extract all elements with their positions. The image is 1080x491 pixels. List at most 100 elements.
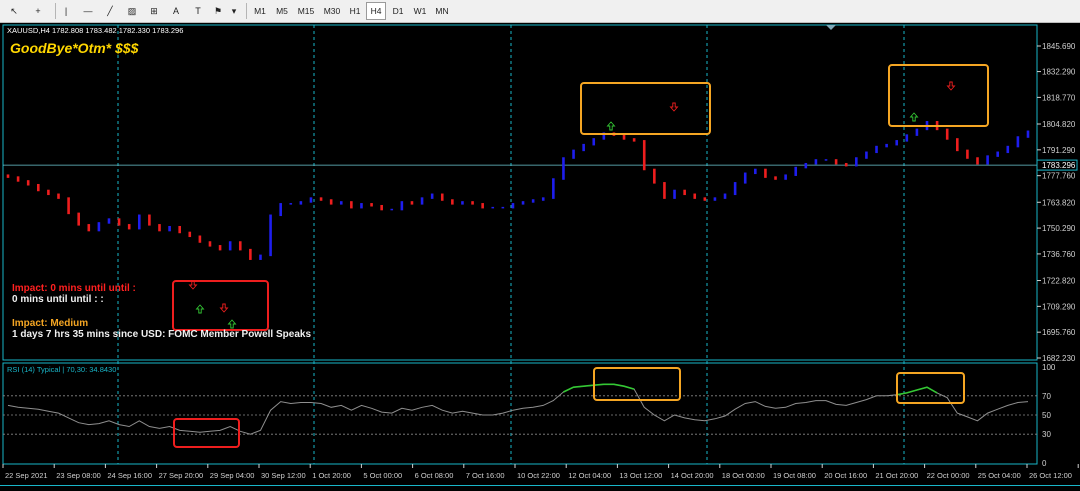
candle [774,176,777,180]
candle [582,143,585,152]
timeframe-m1-button[interactable]: M1 [250,2,270,20]
timeframe-h4-button[interactable]: H4 [366,2,386,20]
candle [653,168,656,184]
sell-arrow-icon [219,303,229,313]
candle [915,128,919,136]
time-label: 21 Oct 20:00 [875,471,918,480]
toolbar-separator [246,3,247,19]
dropdown-arrow-icon[interactable]: ▾ [224,2,244,20]
candle [198,235,202,243]
symbol-header: XAUUSD,H4 1782.808 1783.482 1782.330 178… [7,26,183,35]
trendline-icon[interactable]: ╱ [100,2,120,20]
candle [360,203,363,209]
timeframe-w1-button[interactable]: W1 [410,2,430,20]
candle [693,193,697,199]
time-label: 6 Oct 08:00 [415,471,454,480]
channel-icon[interactable]: ▨ [122,2,142,20]
timeframe-d1-button[interactable]: D1 [388,2,408,20]
candle [572,149,575,159]
candle [1006,145,1010,154]
time-label: 5 Oct 00:00 [363,471,402,480]
candle [1016,136,1020,148]
time-label: 30 Sep 12:00 [261,471,306,480]
crosshair-icon[interactable]: + [28,2,48,20]
sell-arrow-icon [669,102,679,112]
candle [501,206,505,209]
price-label: 1682.230 [1042,354,1076,363]
candle [127,224,131,230]
candle [663,182,666,199]
candle [188,231,192,238]
horizontal-line-icon[interactable]: — [78,2,98,20]
candle [249,248,252,260]
time-label: 20 Oct 16:00 [824,471,867,480]
toolbar-separator [55,3,56,19]
rsi-panel-border [2,362,1038,465]
candle [1026,130,1030,138]
candle [723,193,727,199]
candle [430,193,434,199]
news-since-line: 1 days 7 hrs 35 mins since USD: FOMC Mem… [12,329,311,340]
candle [592,138,596,146]
fibonacci-icon[interactable]: ⊞ [144,2,164,20]
news-until-line: 0 mins until until : : [12,294,104,305]
timeframe-m5-button[interactable]: M5 [272,2,292,20]
highlight-box-red [172,280,269,331]
time-label: 14 Oct 20:00 [671,471,714,480]
candle [228,241,232,251]
rsi-overbought-segment [896,386,938,396]
candle [632,138,636,142]
candle [784,174,787,180]
candle [491,206,495,209]
price-label: 1845.690 [1042,42,1076,51]
candle [844,162,848,167]
candle [6,174,10,178]
candle [521,201,525,205]
time-label: 25 Oct 04:00 [978,471,1021,480]
candle [420,197,424,205]
timeframe-m30-button[interactable]: M30 [320,2,344,20]
candle [451,199,454,205]
candle [87,224,91,232]
candle [713,197,717,201]
candle [158,224,161,232]
time-label: 12 Oct 04:00 [568,471,611,480]
candle [238,241,242,251]
candle [552,178,555,199]
candle [996,151,1000,157]
news-impact-medium: Impact: Medium [12,318,89,329]
candle [461,201,464,205]
candle [77,212,80,226]
candle [743,172,747,184]
chart-area[interactable]: XAUUSD,H4 1782.808 1783.482 1782.330 178… [0,23,1080,486]
chart-shift-marker [826,25,836,30]
candle [531,199,535,203]
time-label: 22 Oct 00:00 [927,471,970,480]
text-icon[interactable]: A [166,2,186,20]
candle [683,189,686,196]
price-label: 1695.760 [1042,328,1076,337]
cursor-icon[interactable]: ↖ [4,2,24,20]
vertical-line-icon[interactable]: | [56,2,76,20]
candle [26,180,30,186]
candle [36,183,40,192]
candle [865,151,868,159]
candle [895,140,899,146]
timeframe-mn-button[interactable]: MN [432,2,452,20]
price-label: 1736.760 [1042,250,1076,259]
candle [259,254,262,260]
text-label-icon[interactable]: T [188,2,208,20]
candle [168,225,171,232]
timeframe-h1-button[interactable]: H1 [346,2,364,20]
time-label: 19 Oct 08:00 [773,471,816,480]
candle [350,201,353,209]
rsi-header: RSI (14) Typical | 70,30: 34.8430 [7,365,116,374]
chart-canvas[interactable]: XAUUSD,H4 1782.808 1783.482 1782.330 178… [0,23,1080,486]
time-label: 29 Sep 04:00 [210,471,255,480]
candle [279,203,282,217]
candle [885,143,888,148]
timeframe-m15-button[interactable]: M15 [294,2,318,20]
candle [47,189,50,196]
time-label: 24 Sep 16:00 [107,471,152,480]
current-price-label: 1783.296 [1042,161,1076,170]
